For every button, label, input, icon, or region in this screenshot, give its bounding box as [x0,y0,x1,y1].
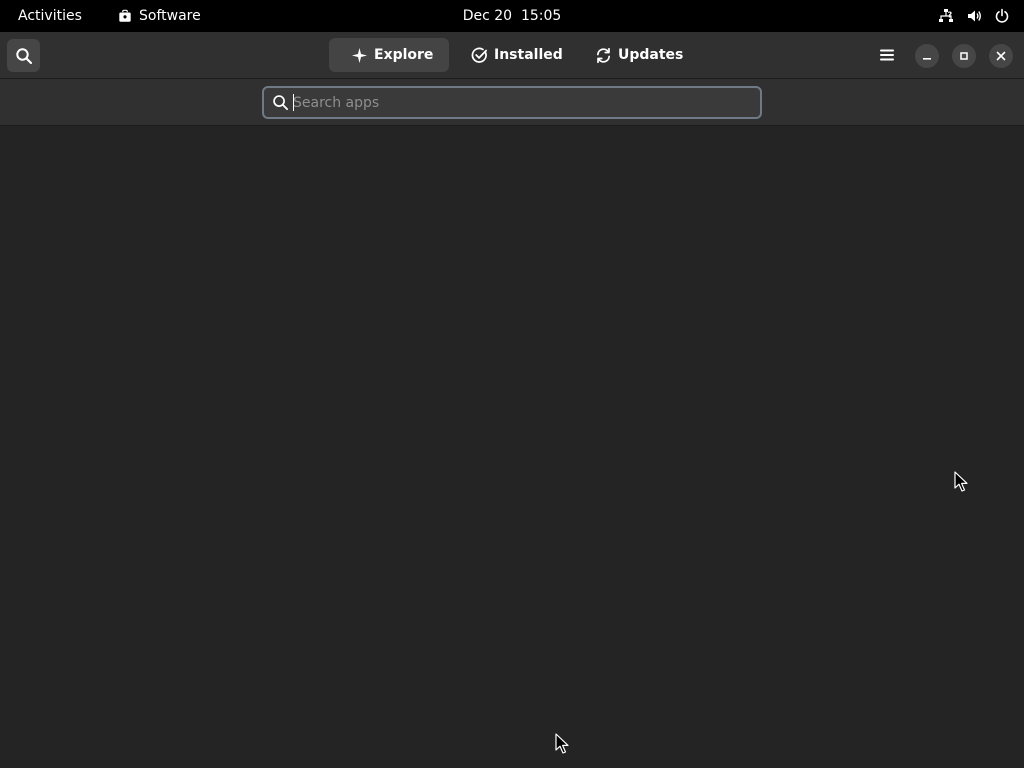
clock-button[interactable]: Dec 20 15:05 [457,4,567,28]
tab-installed-label: Installed [494,47,563,63]
tab-explore-label: Explore [374,47,434,63]
sparkle-icon [351,47,368,64]
refresh-icon [595,47,612,64]
search-input[interactable] [289,88,760,117]
minimize-button[interactable] [915,44,939,68]
app-menu-button[interactable]: Software [110,4,209,28]
power-icon [994,8,1010,24]
tab-updates-label: Updates [618,47,684,63]
view-switcher: Explore Installed Updates [329,38,701,72]
text-caret [293,94,294,111]
tab-installed[interactable]: Installed [449,38,573,72]
check-circle-icon [471,47,488,64]
hamburger-menu-icon [879,47,895,63]
maximize-icon [959,51,969,61]
tab-updates[interactable]: Updates [573,38,701,72]
search-icon [15,47,33,65]
mouse-pointer-icon [555,733,569,755]
close-icon [996,51,1006,61]
software-bag-icon [118,9,132,23]
search-toggle-button[interactable] [7,39,40,72]
system-top-bar: Activities Software Dec 20 15:05 ? [0,0,1024,32]
clock-label: Dec 20 15:05 [462,8,562,24]
activities-label: Activities [18,8,82,24]
main-menu-button[interactable] [870,38,904,72]
main-content [0,127,1024,768]
activities-button[interactable]: Activities [10,4,90,28]
search-bar [0,79,1024,126]
header-bar: Explore Installed Updates [0,32,1024,79]
svg-text:?: ? [948,11,953,20]
search-entry[interactable] [262,86,762,119]
system-status-menu[interactable]: ? [932,4,1016,28]
mouse-pointer-icon [954,471,968,493]
volume-icon [966,8,982,24]
network-unknown-icon: ? [938,8,954,24]
search-entry-icon [271,94,289,112]
tab-explore[interactable]: Explore [329,38,449,72]
minimize-icon [922,51,932,61]
app-name-label: Software [139,8,201,24]
close-button[interactable] [989,44,1013,68]
maximize-button[interactable] [952,44,976,68]
